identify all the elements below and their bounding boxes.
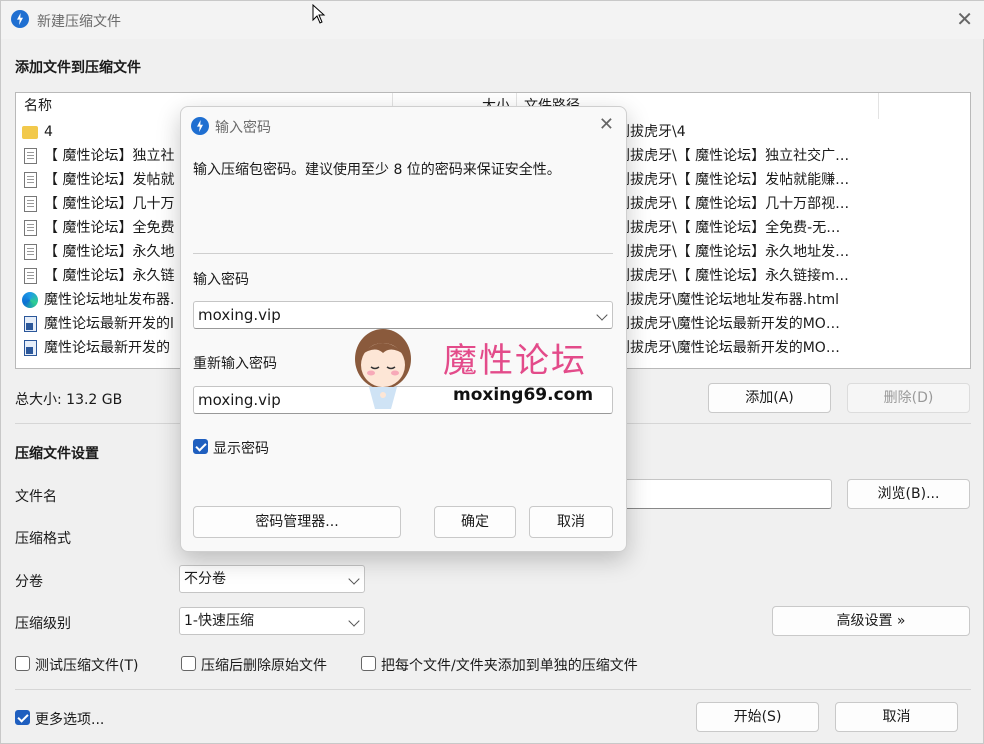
app-icon: [191, 117, 209, 135]
dialog-cancel-button[interactable]: 取消: [529, 506, 613, 538]
file-name: 【 魔性论坛】永久地: [44, 244, 175, 260]
watermark: 魔性论坛 moxing69.com: [347, 323, 617, 419]
folder-icon: [22, 126, 38, 139]
more-options-checkbox[interactable]: [15, 710, 30, 725]
split-value: 不分卷: [184, 571, 226, 587]
separate-archives-label: 把每个文件/文件夹添加到单独的压缩文件: [381, 658, 638, 674]
close-icon[interactable]: ✕: [956, 7, 973, 31]
split-label: 分卷: [15, 574, 43, 590]
reenter-password-label: 重新输入密码: [193, 356, 277, 372]
show-password-label: 显示密码: [213, 441, 269, 457]
file-path: 别拔虎牙\【 魔性论坛】独立社交广…: [616, 148, 850, 164]
word-document-icon: [24, 316, 37, 332]
file-name: 【 魔性论坛】永久链: [44, 268, 175, 284]
app-icon: [11, 10, 29, 28]
word-document-icon: [24, 340, 37, 356]
divider: [193, 253, 613, 254]
edge-icon: [22, 292, 38, 308]
file-path: 别拔虎牙\魔性论坛最新开发的MO…: [616, 316, 840, 332]
title-bar: 新建压缩文件 ✕: [1, 1, 984, 39]
add-files-heading: 添加文件到压缩文件: [15, 60, 141, 76]
add-button[interactable]: 添加(A): [708, 383, 831, 413]
chevron-down-icon: [348, 573, 360, 585]
level-value: 1-快速压缩: [184, 613, 254, 629]
file-path: 别拔虎牙\魔性论坛最新开发的MO…: [616, 340, 840, 356]
close-icon[interactable]: ✕: [599, 113, 614, 137]
password-manager-button[interactable]: 密码管理器...: [193, 506, 401, 538]
delete-original-label: 压缩后删除原始文件: [201, 658, 327, 674]
document-icon: [24, 172, 37, 188]
watermark-text: 魔性论坛: [443, 341, 587, 381]
column-name-header[interactable]: 名称: [24, 93, 52, 119]
split-select[interactable]: 不分卷: [179, 565, 365, 593]
format-label: 压缩格式: [15, 531, 71, 547]
more-options-label: 更多选项...: [35, 712, 105, 728]
file-name: 4: [44, 124, 53, 140]
filename-label: 文件名: [15, 489, 57, 505]
document-icon: [24, 148, 37, 164]
file-name: 魔性论坛地址发布器.: [44, 292, 175, 308]
file-path: 别拔虎牙\魔性论坛地址发布器.html: [616, 292, 840, 308]
password-value: moxing.vip: [198, 306, 281, 324]
cartoon-girl-icon: [355, 329, 411, 409]
password-label: 输入密码: [193, 272, 249, 288]
file-path: 别拔虎牙\【 魔性论坛】几十万部视…: [616, 196, 850, 212]
reenter-password-value: moxing.vip: [198, 391, 281, 409]
test-archive-checkbox[interactable]: [15, 656, 30, 671]
settings-heading: 压缩文件设置: [15, 446, 99, 462]
window-title: 新建压缩文件: [37, 14, 121, 30]
test-archive-label: 测试压缩文件(T): [35, 658, 139, 674]
file-name: 魔性论坛最新开发的: [44, 340, 170, 356]
total-size: 总大小: 13.2 GB: [15, 392, 123, 408]
dialog-description: 输入压缩包密码。建议使用至少 8 位的密码来保证安全性。: [193, 162, 561, 178]
dialog-title: 输入密码: [215, 120, 271, 136]
level-select[interactable]: 1-快速压缩: [179, 607, 365, 635]
column-divider: [878, 93, 879, 119]
file-name: 【 魔性论坛】发帖就: [44, 172, 175, 188]
document-icon: [24, 244, 37, 260]
file-path: 别拔虎牙\【 魔性论坛】发帖就能赚…: [616, 172, 850, 188]
document-icon: [24, 220, 37, 236]
chevron-down-icon[interactable]: [596, 309, 608, 321]
file-name: 【 魔性论坛】全免费: [44, 220, 175, 236]
divider: [15, 689, 971, 690]
file-name: 魔性论坛最新开发的l: [44, 316, 174, 332]
advanced-settings-button[interactable]: 高级设置 »: [772, 606, 970, 636]
level-label: 压缩级别: [15, 616, 71, 632]
chevron-down-icon: [348, 615, 360, 627]
filename-input[interactable]: [611, 479, 832, 509]
delete-original-checkbox[interactable]: [181, 656, 196, 671]
start-button[interactable]: 开始(S): [696, 702, 819, 732]
document-icon: [24, 268, 37, 284]
mouse-cursor-icon: [312, 4, 326, 24]
file-path: 别拔虎牙\【 魔性论坛】永久地址发…: [616, 244, 850, 260]
browse-button[interactable]: 浏览(B)...: [847, 479, 970, 509]
document-icon: [24, 196, 37, 212]
delete-button[interactable]: 删除(D): [847, 383, 970, 413]
password-dialog: 输入密码 ✕ 输入压缩包密码。建议使用至少 8 位的密码来保证安全性。 输入密码…: [180, 106, 627, 552]
separate-archives-checkbox[interactable]: [361, 656, 376, 671]
file-path: 别拔虎牙\【 魔性论坛】全免费-无…: [616, 220, 841, 236]
file-path: 别拔虎牙\【 魔性论坛】永久链接m…: [616, 268, 849, 284]
ok-button[interactable]: 确定: [434, 506, 516, 538]
show-password-checkbox[interactable]: [193, 439, 208, 454]
cancel-button[interactable]: 取消: [835, 702, 958, 732]
file-name: 【 魔性论坛】独立社: [44, 148, 175, 164]
file-name: 【 魔性论坛】几十万: [44, 196, 175, 212]
watermark-url: moxing69.com: [453, 385, 594, 405]
